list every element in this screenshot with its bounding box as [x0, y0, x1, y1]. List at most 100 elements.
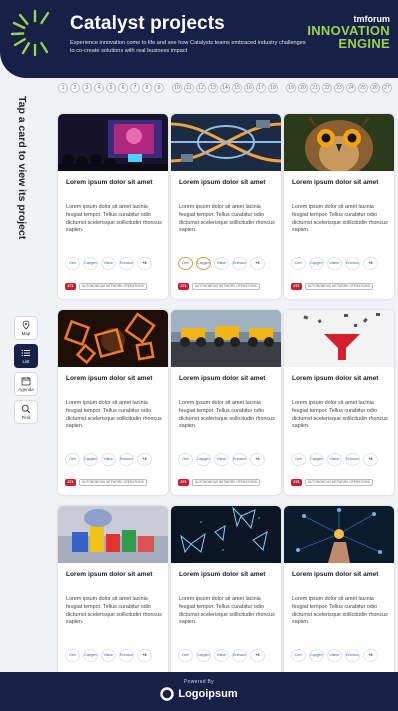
list-icon	[21, 349, 30, 357]
partner-logos: DellCapgeminiVisionEricsson+4	[65, 649, 163, 662]
project-category-tag: AUTONOMOUS NETWORK OPERATIONS	[79, 478, 147, 486]
ericsson-logo: Ericsson	[119, 649, 134, 662]
dell-logo: Dell	[178, 453, 193, 466]
more-partners-badge[interactable]: +4	[137, 649, 152, 662]
project-card[interactable]: Lorem ipsum dolor sit amet Lorem ipsum do…	[58, 506, 168, 691]
project-number-chip[interactable]: 14	[220, 83, 230, 93]
project-number-chip[interactable]: 18	[268, 83, 278, 93]
project-card[interactable]: Lorem ipsum dolor sit amet Lorem ipsum do…	[171, 310, 281, 495]
nav-find-button[interactable]: Find	[14, 400, 38, 424]
project-number-chip[interactable]: 11	[184, 83, 194, 93]
tap-card-hint: Tap a card to view its project	[12, 96, 36, 246]
project-title: Lorem ipsum dolor sit amet	[66, 375, 153, 382]
project-number-chip[interactable]: 7	[130, 83, 140, 93]
project-number-chip[interactable]: 12	[196, 83, 206, 93]
project-number-chip[interactable]: 2	[70, 83, 80, 93]
project-number-chip[interactable]: 15	[232, 83, 242, 93]
project-description: Lorem ipsum dolor sit amet lacinia feugi…	[179, 204, 275, 234]
more-partners-badge[interactable]: +4	[137, 453, 152, 466]
vision-logo: Vision	[214, 453, 229, 466]
project-description: Lorem ipsum dolor sit amet lacinia feugi…	[292, 400, 388, 430]
project-tags: 271AUTONOMOUS NETWORK OPERATIONS	[65, 282, 163, 290]
project-number-chip[interactable]: 8	[142, 83, 152, 93]
project-card[interactable]: Lorem ipsum dolor sit amet Lorem ipsum do…	[171, 506, 281, 691]
project-number-chip[interactable]: 27	[382, 83, 392, 93]
project-card[interactable]: Lorem ipsum dolor sit amet Lorem ipsum do…	[171, 114, 281, 299]
vision-logo: Vision	[214, 257, 229, 270]
project-description: Lorem ipsum dolor sit amet lacinia feugi…	[292, 204, 388, 234]
project-number-chip[interactable]: 26	[370, 83, 380, 93]
page-subtitle: Experience innovation come to life and s…	[70, 40, 306, 54]
more-partners-badge[interactable]: +4	[137, 257, 152, 270]
project-number-bar: 1 2 3 4 5 6 7 8 9 10 11 12 13 14 15 16 17 18 19 20 21 22 23 24 2…	[58, 82, 394, 94]
more-partners-badge[interactable]: +4	[363, 257, 378, 270]
project-number-chip[interactable]: 10	[172, 83, 182, 93]
capgemini-logo: Capgemini	[83, 649, 98, 662]
nav-list-button[interactable]: List	[14, 344, 38, 368]
more-partners-badge[interactable]: +4	[250, 453, 265, 466]
project-title: Lorem ipsum dolor sit amet	[66, 179, 153, 186]
vision-logo: Vision	[327, 257, 342, 270]
project-number-chip[interactable]: 6	[118, 83, 128, 93]
project-number-chip[interactable]: 3	[82, 83, 92, 93]
project-number-chip[interactable]: 20	[298, 83, 308, 93]
vision-logo: Vision	[327, 649, 342, 662]
project-number-chip[interactable]: 23	[334, 83, 344, 93]
more-partners-badge[interactable]: +4	[363, 453, 378, 466]
partner-logos: DellCapgeminiVisionEricsson+4	[178, 257, 276, 270]
project-category-tag: AUTONOMOUS NETWORK OPERATIONS	[305, 282, 373, 290]
nav-map-button[interactable]: Map	[14, 316, 38, 340]
project-title: Lorem ipsum dolor sit amet	[66, 571, 153, 578]
project-number-chip[interactable]: 17	[256, 83, 266, 93]
project-number-chip[interactable]: 4	[94, 83, 104, 93]
project-number-chip[interactable]: 5	[106, 83, 116, 93]
capgemini-logo: Capgemini	[196, 257, 211, 270]
nav-find-label: Find	[21, 415, 31, 420]
tap-card-hint-text: Tap a card to view its project	[16, 96, 28, 240]
ericsson-logo: Ericsson	[345, 453, 360, 466]
project-card[interactable]: Lorem ipsum dolor sit amet Lorem ipsum do…	[284, 506, 394, 691]
engine-label: ENGINE	[338, 36, 390, 51]
more-partners-badge[interactable]: +4	[250, 649, 265, 662]
project-number-badge: 271	[65, 478, 76, 486]
project-number-chip[interactable]: 21	[310, 83, 320, 93]
catalyst-logo-icon	[10, 9, 50, 57]
project-number-chip[interactable]: 16	[244, 83, 254, 93]
ericsson-logo: Ericsson	[119, 257, 134, 270]
nav-list-label: List	[22, 359, 30, 364]
partner-logos: DellCapgeminiVisionEricsson+4	[291, 453, 389, 466]
project-description: Lorem ipsum dolor sit amet lacinia feugi…	[179, 400, 275, 430]
project-number-chip[interactable]: 1	[58, 83, 68, 93]
project-card[interactable]: Lorem ipsum dolor sit amet Lorem ipsum do…	[284, 114, 394, 299]
calendar-icon	[21, 377, 31, 386]
project-number-chip[interactable]: 25	[358, 83, 368, 93]
project-number-chip[interactable]: 19	[286, 83, 296, 93]
project-description: Lorem ipsum dolor sit amet lacinia feugi…	[292, 596, 388, 626]
vision-logo: Vision	[101, 257, 116, 270]
project-image	[284, 114, 394, 171]
capgemini-logo: Capgemini	[309, 257, 324, 270]
ericsson-logo: Ericsson	[119, 453, 134, 466]
project-number-chip[interactable]: 22	[322, 83, 332, 93]
project-number-badge: 271	[65, 282, 76, 290]
project-number-chip[interactable]: 13	[208, 83, 218, 93]
project-description: Lorem ipsum dolor sit amet lacinia feugi…	[179, 596, 275, 626]
project-card[interactable]: Lorem ipsum dolor sit amet Lorem ipsum do…	[284, 310, 394, 495]
dell-logo: Dell	[291, 257, 306, 270]
project-tags: 271AUTONOMOUS NETWORK OPERATIONS	[178, 478, 276, 486]
project-number-chip[interactable]: 24	[346, 83, 356, 93]
capgemini-logo: Capgemini	[83, 453, 98, 466]
project-image	[58, 310, 168, 367]
more-partners-badge[interactable]: +4	[363, 649, 378, 662]
dell-logo: Dell	[291, 453, 306, 466]
project-category-tag: AUTONOMOUS NETWORK OPERATIONS	[79, 282, 147, 290]
nav-agenda-button[interactable]: Agenda	[14, 372, 38, 396]
vision-logo: Vision	[101, 453, 116, 466]
project-card[interactable]: Lorem ipsum dolor sit amet Lorem ipsum do…	[58, 114, 168, 299]
ericsson-logo: Ericsson	[345, 649, 360, 662]
project-number-chip[interactable]: 9	[154, 83, 164, 93]
more-partners-badge[interactable]: +4	[250, 257, 265, 270]
project-tags: 271AUTONOMOUS NETWORK OPERATIONS	[291, 478, 389, 486]
project-card[interactable]: Lorem ipsum dolor sit amet Lorem ipsum do…	[58, 310, 168, 495]
project-image	[58, 114, 168, 171]
